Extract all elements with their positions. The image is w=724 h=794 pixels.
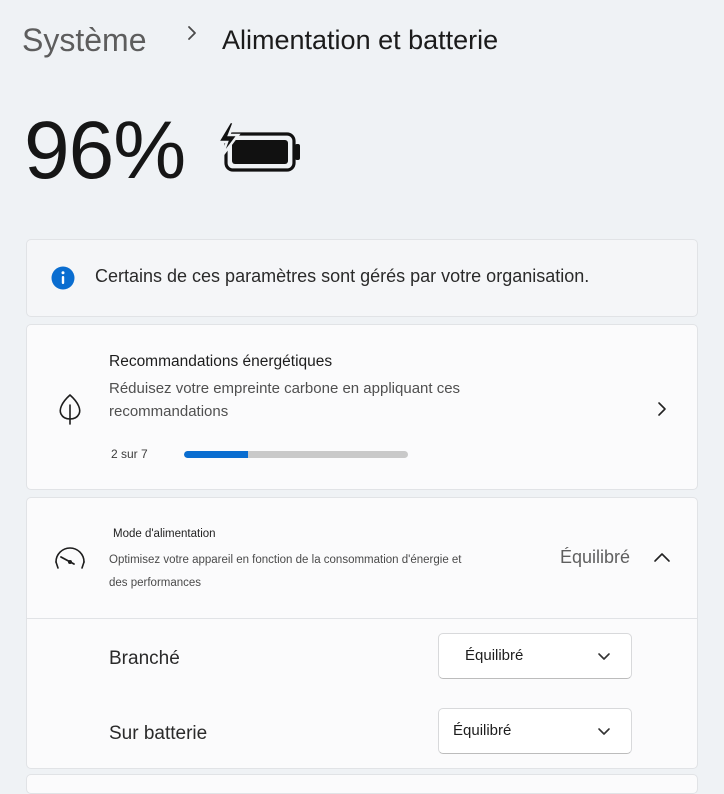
page-title: Alimentation et batterie [222,24,499,55]
power-mode-header[interactable]: Mode d'alimentation Optimisez votre appa… [27,498,697,619]
plugged-in-label: Branché [109,648,180,669]
notice-text: Certains de ces paramètres sont gérés pa… [95,266,590,286]
plugged-in-mode-dropdown[interactable]: Équilibré [438,633,632,679]
power-mode-current-value: Équilibré [560,547,631,567]
chevron-right-icon[interactable] [655,399,669,419]
leaf-icon [59,394,81,425]
managed-settings-notice: Certains de ces paramètres sont gérés pa… [26,239,698,317]
dropdown-selected-value: Équilibré [453,722,512,739]
on-battery-label: Sur batterie [109,723,208,744]
info-icon [51,266,75,290]
recommendations-description: Réduisez votre empreinte carbone en appl… [109,380,461,420]
on-battery-mode-dropdown[interactable]: Équilibré [438,708,632,754]
battery-charging-icon [216,120,300,172]
next-settings-card[interactable] [26,774,698,794]
recommendations-title: Recommandations énergétiques [109,353,333,370]
breadcrumb-parent-link[interactable]: Système [22,22,146,59]
recommendations-progress-text: 2 sur 7 [111,447,148,461]
chevron-up-icon[interactable] [651,548,673,566]
energy-recommendations-card[interactable]: Recommandations énergétiques Réduisez vo… [26,324,698,490]
dropdown-selected-value: Équilibré [465,647,524,664]
power-mode-description: Optimisez votre appareil en fonction de … [109,554,462,589]
power-mode-title: Mode d'alimentation [113,528,216,540]
progress-fill [184,451,248,458]
chevron-right-icon [188,26,196,40]
gauge-icon [55,547,85,569]
chevron-down-icon [598,728,610,735]
chevron-down-icon [598,653,610,660]
battery-percentage: 96% [24,105,186,196]
power-mode-card: Mode d'alimentation Optimisez votre appa… [26,497,698,769]
recommendations-progress-bar [184,451,408,458]
breadcrumb: Système Alimentation et batterie [22,18,498,62]
